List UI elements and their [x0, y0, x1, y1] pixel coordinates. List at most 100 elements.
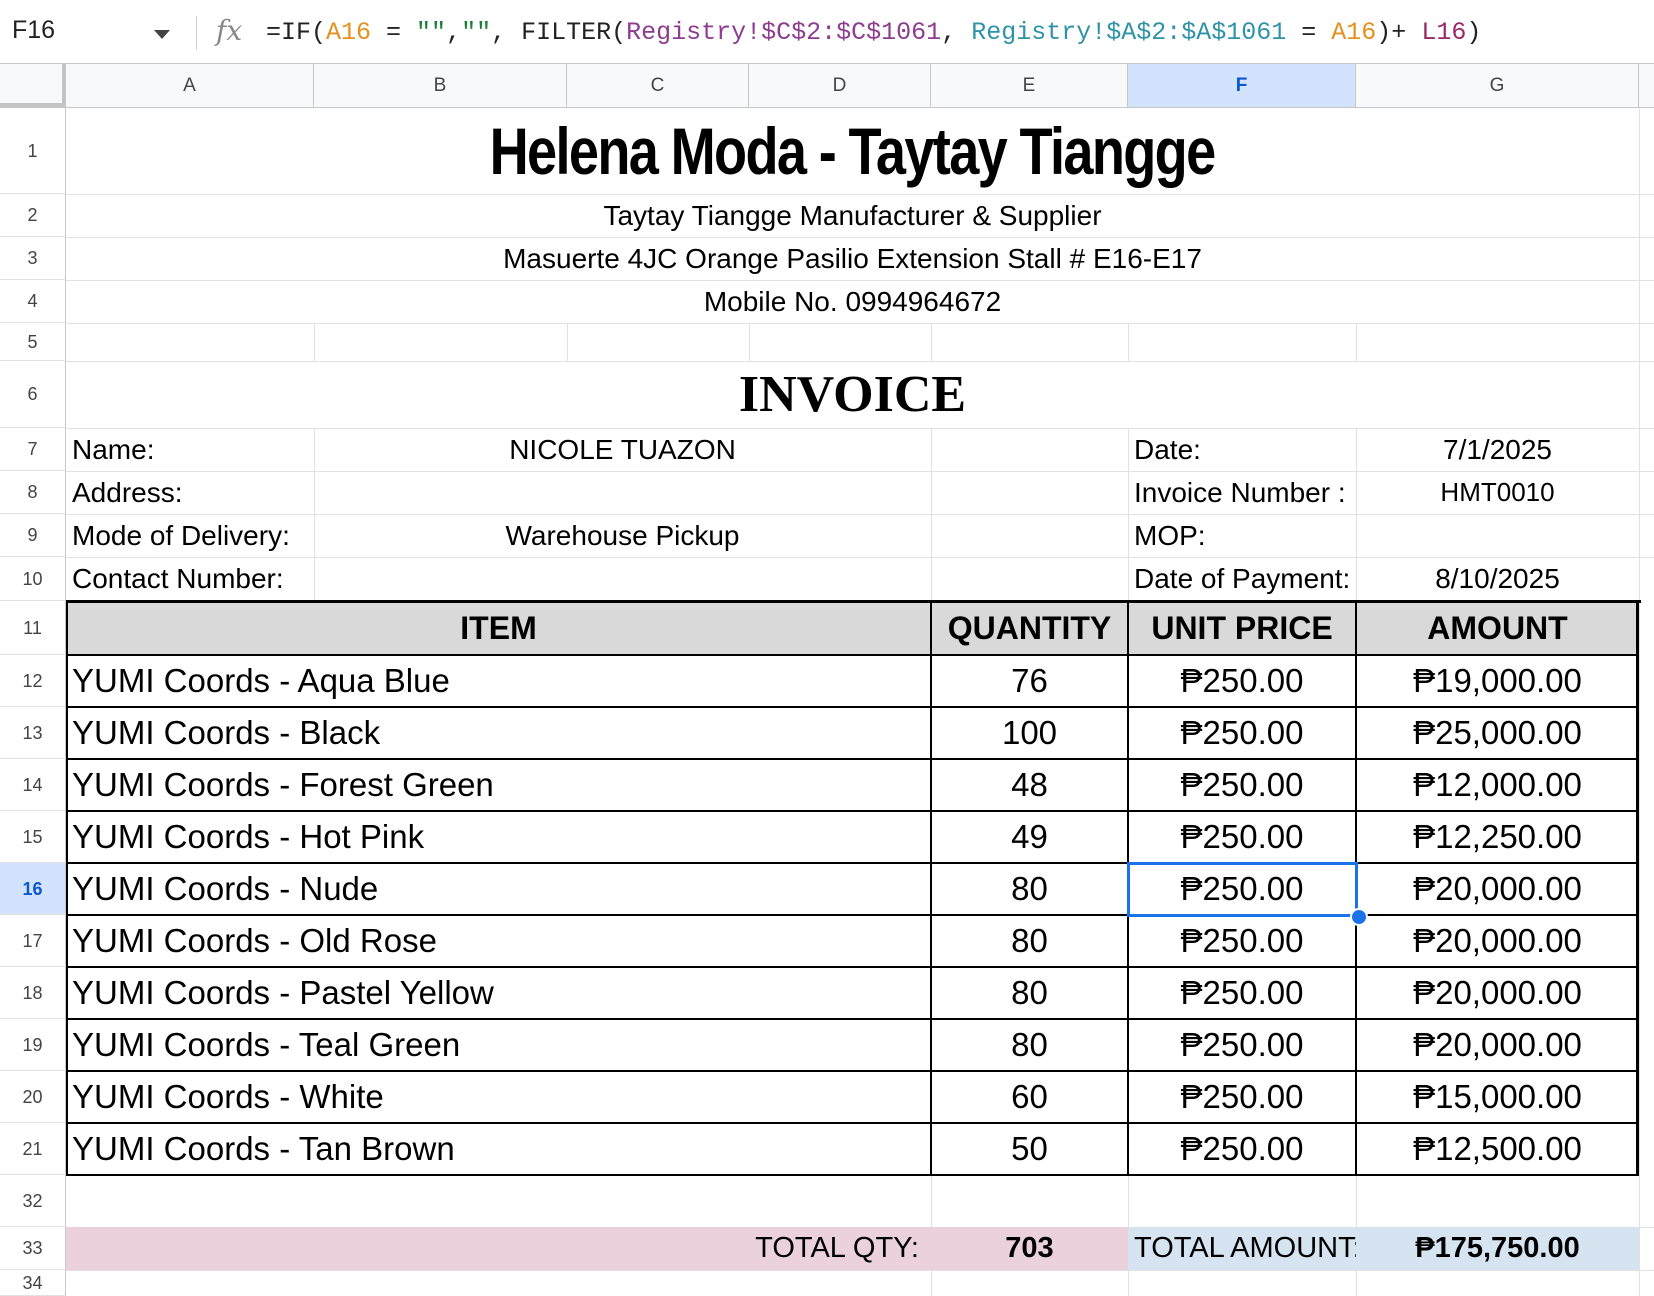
- amount-cell[interactable]: ₱25,000.00: [1356, 707, 1639, 759]
- unit-price-column-header[interactable]: UNIT PRICE: [1128, 601, 1356, 655]
- formula-input[interactable]: =IF(A16 = "","", FILTER(Registry!$C$2:$C…: [266, 18, 1481, 47]
- quantity-cell[interactable]: 100: [931, 707, 1128, 759]
- row-header[interactable]: 17: [0, 915, 66, 967]
- row-header[interactable]: 20: [0, 1071, 66, 1123]
- row-header[interactable]: 13: [0, 707, 66, 759]
- unit-price-cell[interactable]: ₱250.00: [1128, 707, 1356, 759]
- quantity-cell[interactable]: 50: [931, 1123, 1128, 1175]
- quantity-cell[interactable]: 80: [931, 967, 1128, 1019]
- quantity-cell[interactable]: 80: [931, 863, 1128, 915]
- row-header[interactable]: 4: [0, 280, 66, 323]
- row-header[interactable]: 9: [0, 514, 66, 557]
- formula-bar: F16 fx =IF(A16 = "","", FILTER(Registry!…: [0, 0, 1654, 64]
- unit-price-cell[interactable]: ₱250.00: [1128, 915, 1356, 967]
- name-box[interactable]: F16: [12, 16, 55, 45]
- item-cell[interactable]: YUMI Coords - Hot Pink: [72, 811, 928, 863]
- amount-cell[interactable]: ₱12,250.00: [1356, 811, 1639, 863]
- row-header[interactable]: 1: [0, 108, 66, 194]
- divider: [196, 16, 197, 50]
- unit-price-cell[interactable]: ₱250.00: [1128, 1019, 1356, 1071]
- amount-cell[interactable]: ₱12,500.00: [1356, 1123, 1639, 1175]
- item-cell[interactable]: YUMI Coords - Black: [72, 707, 928, 759]
- address-cell[interactable]: Masuerte 4JC Orange Pasilio Extension St…: [66, 237, 1639, 280]
- unit-price-cell[interactable]: ₱250.00: [1128, 811, 1356, 863]
- amount-cell[interactable]: ₱20,000.00: [1356, 915, 1639, 967]
- item-cell[interactable]: YUMI Coords - Nude: [72, 863, 928, 915]
- address-label: Address:: [72, 476, 183, 508]
- invoice-number-cell[interactable]: HMT0010: [1356, 471, 1639, 514]
- row-header[interactable]: 12: [0, 655, 66, 707]
- column-header-b[interactable]: B: [314, 64, 567, 107]
- quantity-cell[interactable]: 48: [931, 759, 1128, 811]
- customer-name-cell[interactable]: NICOLE TUAZON: [314, 428, 931, 471]
- item-cell[interactable]: YUMI Coords - Teal Green: [72, 1019, 928, 1071]
- unit-price-cell[interactable]: ₱250.00: [1128, 967, 1356, 1019]
- quantity-cell[interactable]: 76: [931, 655, 1128, 707]
- total-qty-value[interactable]: 703: [931, 1227, 1128, 1270]
- quantity-column-header[interactable]: QUANTITY: [931, 601, 1128, 655]
- mop-cell[interactable]: [1356, 514, 1639, 557]
- row-header[interactable]: 7: [0, 428, 66, 471]
- amount-cell[interactable]: ₱12,000.00: [1356, 759, 1639, 811]
- quantity-cell[interactable]: 60: [931, 1071, 1128, 1123]
- row-header[interactable]: 5: [0, 323, 66, 361]
- quantity-cell[interactable]: 80: [931, 915, 1128, 967]
- row-header[interactable]: 34: [0, 1270, 66, 1296]
- chevron-down-icon[interactable]: [154, 30, 170, 39]
- amount-cell[interactable]: ₱19,000.00: [1356, 655, 1639, 707]
- row-header[interactable]: 3: [0, 237, 66, 280]
- item-cell[interactable]: YUMI Coords - Old Rose: [72, 915, 928, 967]
- unit-price-cell[interactable]: ₱250.00: [1128, 655, 1356, 707]
- select-all-corner[interactable]: [0, 64, 66, 107]
- formula-token: =IF(: [266, 18, 327, 47]
- column-header-g[interactable]: G: [1356, 64, 1639, 107]
- row-header[interactable]: 15: [0, 811, 66, 863]
- row-header[interactable]: 8: [0, 471, 66, 514]
- amount-column-header[interactable]: AMOUNT: [1356, 601, 1639, 655]
- shop-name-cell[interactable]: Helena Moda - Taytay Tiangge: [66, 108, 1639, 194]
- unit-price-cell[interactable]: ₱250.00: [1128, 759, 1356, 811]
- quantity-cell[interactable]: 49: [931, 811, 1128, 863]
- item-cell[interactable]: YUMI Coords - Pastel Yellow: [72, 967, 928, 1019]
- row-header[interactable]: 19: [0, 1019, 66, 1071]
- amount-cell[interactable]: ₱20,000.00: [1356, 863, 1639, 915]
- column-header-f[interactable]: F: [1128, 64, 1356, 107]
- row-header[interactable]: 14: [0, 759, 66, 811]
- contact-number-cell[interactable]: [314, 557, 931, 601]
- column-header-e[interactable]: E: [931, 64, 1128, 107]
- amount-cell[interactable]: ₱20,000.00: [1356, 967, 1639, 1019]
- quantity-cell[interactable]: 80: [931, 1019, 1128, 1071]
- column-header-c[interactable]: C: [567, 64, 749, 107]
- item-cell[interactable]: YUMI Coords - Tan Brown: [72, 1123, 928, 1175]
- item-column-header[interactable]: ITEM: [66, 601, 931, 655]
- column-header-a[interactable]: A: [66, 64, 314, 107]
- row-header[interactable]: 11: [0, 601, 66, 655]
- active-cell-selection[interactable]: [1127, 862, 1358, 917]
- mobile-cell[interactable]: Mobile No. 0994964672: [66, 280, 1639, 323]
- row-header[interactable]: 21: [0, 1123, 66, 1175]
- row-header[interactable]: 10: [0, 557, 66, 601]
- column-header-d[interactable]: D: [749, 64, 931, 107]
- row-header[interactable]: 33: [0, 1227, 66, 1270]
- formula-token: )+: [1376, 18, 1422, 47]
- tagline-cell[interactable]: Taytay Tiangge Manufacturer & Supplier: [66, 194, 1639, 237]
- amount-cell[interactable]: ₱15,000.00: [1356, 1071, 1639, 1123]
- fill-handle[interactable]: [1350, 908, 1368, 926]
- unit-price-cell[interactable]: ₱250.00: [1128, 1071, 1356, 1123]
- customer-address-cell[interactable]: [314, 471, 931, 514]
- row-header[interactable]: 6: [0, 361, 66, 428]
- row-header[interactable]: 18: [0, 967, 66, 1019]
- unit-price-cell[interactable]: ₱250.00: [1128, 1123, 1356, 1175]
- payment-date-cell[interactable]: 8/10/2025: [1356, 557, 1639, 601]
- date-cell[interactable]: 7/1/2025: [1356, 428, 1639, 471]
- delivery-mode-cell[interactable]: Warehouse Pickup: [314, 514, 931, 557]
- row-header[interactable]: 32: [0, 1175, 66, 1227]
- item-cell[interactable]: YUMI Coords - Aqua Blue: [72, 655, 928, 707]
- total-amount-value[interactable]: ₱175,750.00: [1356, 1227, 1639, 1270]
- item-cell[interactable]: YUMI Coords - White: [72, 1071, 928, 1123]
- row-header-selected[interactable]: 16: [0, 863, 66, 915]
- row-header[interactable]: 2: [0, 194, 66, 237]
- amount-cell[interactable]: ₱20,000.00: [1356, 1019, 1639, 1071]
- invoice-title-cell[interactable]: INVOICE: [66, 361, 1639, 428]
- item-cell[interactable]: YUMI Coords - Forest Green: [72, 759, 928, 811]
